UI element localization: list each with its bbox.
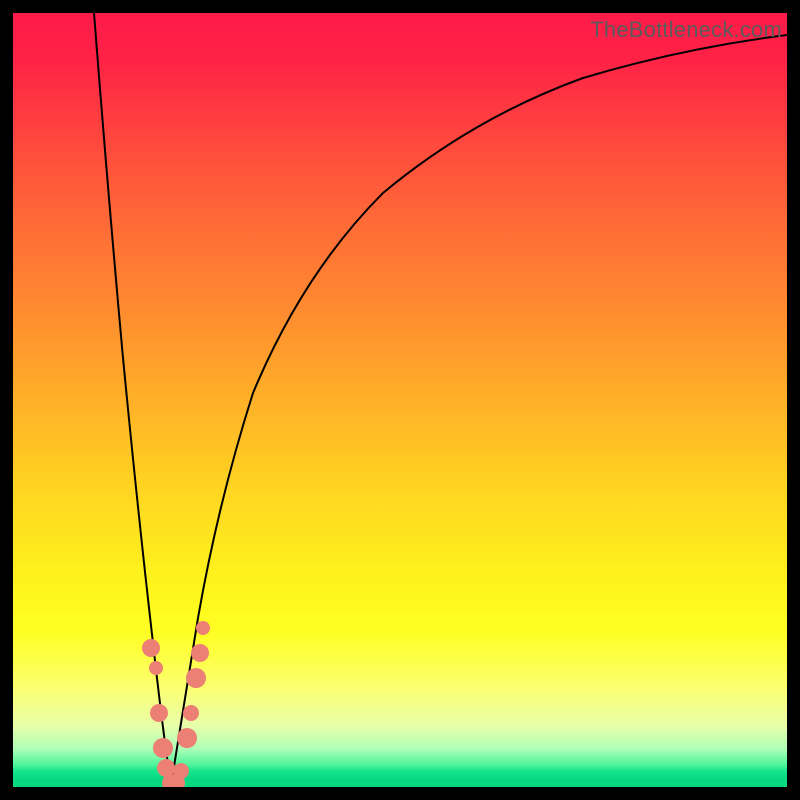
data-marker	[196, 621, 210, 635]
data-marker	[150, 704, 168, 722]
data-marker	[186, 668, 206, 688]
data-marker	[153, 738, 173, 758]
data-marker	[173, 763, 189, 779]
bottleneck-curve	[13, 13, 787, 787]
data-marker	[177, 728, 197, 748]
data-marker	[149, 661, 163, 675]
watermark-text: TheBottleneck.com	[590, 17, 782, 43]
curve-right-branch	[171, 35, 787, 785]
data-marker	[191, 644, 209, 662]
chart-frame: TheBottleneck.com	[0, 0, 800, 800]
data-marker	[142, 639, 160, 657]
data-marker	[183, 705, 199, 721]
